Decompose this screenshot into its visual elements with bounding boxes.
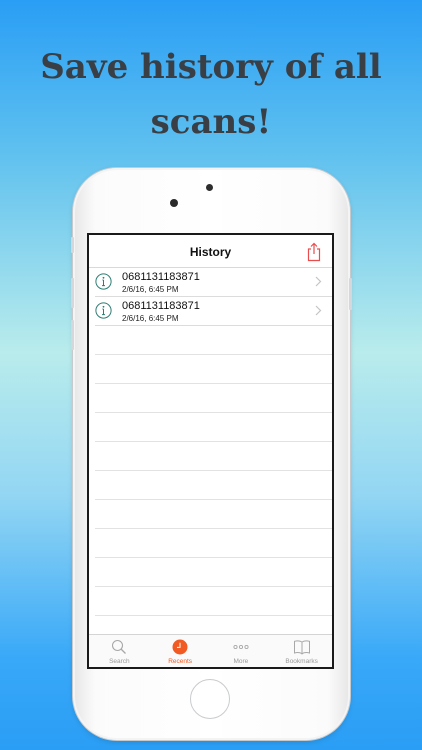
tab-bar: Search Recents More Bookmarks — [89, 634, 332, 667]
empty-row — [95, 355, 332, 384]
volume-down-button — [71, 320, 74, 350]
mute-switch — [71, 237, 74, 253]
info-icon[interactable] — [95, 302, 112, 319]
scan-date: 2/6/16, 6:45 PM — [122, 285, 179, 294]
power-button — [349, 278, 352, 310]
volume-up-button — [71, 278, 74, 308]
empty-row — [95, 587, 332, 616]
empty-row — [95, 384, 332, 413]
headline-line-2: scans! — [150, 102, 272, 142]
tab-bookmarks[interactable]: Bookmarks — [271, 635, 332, 667]
history-row[interactable]: 0681131183871 2/6/16, 6:45 PM — [95, 268, 332, 297]
app-screen: History 0681131183871 2/6/16, 6:45 PM 06… — [87, 233, 334, 669]
tab-label: Bookmarks — [285, 658, 318, 665]
history-list: 0681131183871 2/6/16, 6:45 PM 0681131183… — [89, 268, 332, 616]
chevron-right-icon — [315, 276, 322, 287]
tab-label: Recents — [168, 658, 193, 665]
book-icon — [293, 640, 310, 655]
tab-label: More — [233, 658, 249, 665]
tab-search[interactable]: Search — [89, 635, 150, 667]
magnifier-icon — [112, 639, 127, 654]
share-icon — [307, 242, 321, 262]
tab-more[interactable]: More — [211, 635, 272, 667]
tab-label: Search — [109, 658, 130, 665]
home-button[interactable] — [190, 679, 230, 719]
empty-row — [95, 558, 332, 587]
chevron-right-icon — [315, 305, 322, 316]
empty-row — [95, 442, 332, 471]
front-camera — [170, 199, 178, 207]
empty-row — [95, 413, 332, 442]
barcode-value: 0681131183871 — [122, 300, 200, 312]
history-row[interactable]: 0681131183871 2/6/16, 6:45 PM — [95, 297, 332, 326]
empty-row — [95, 326, 332, 355]
info-icon[interactable] — [95, 273, 112, 290]
scan-date: 2/6/16, 6:45 PM — [122, 314, 179, 323]
clock-icon — [172, 639, 188, 655]
empty-row — [95, 529, 332, 558]
barcode-value: 0681131183871 — [122, 271, 200, 283]
ellipsis-icon — [233, 644, 249, 650]
share-button[interactable] — [305, 242, 323, 262]
earpiece-speaker — [206, 184, 213, 191]
navigation-bar: History — [89, 235, 332, 268]
empty-row — [95, 471, 332, 500]
page-title: History — [189, 245, 232, 259]
tab-recents[interactable]: Recents — [150, 635, 211, 667]
headline: Save history of all scans! — [0, 40, 422, 150]
headline-line-1: Save history of all — [40, 47, 382, 87]
empty-row — [95, 500, 332, 529]
